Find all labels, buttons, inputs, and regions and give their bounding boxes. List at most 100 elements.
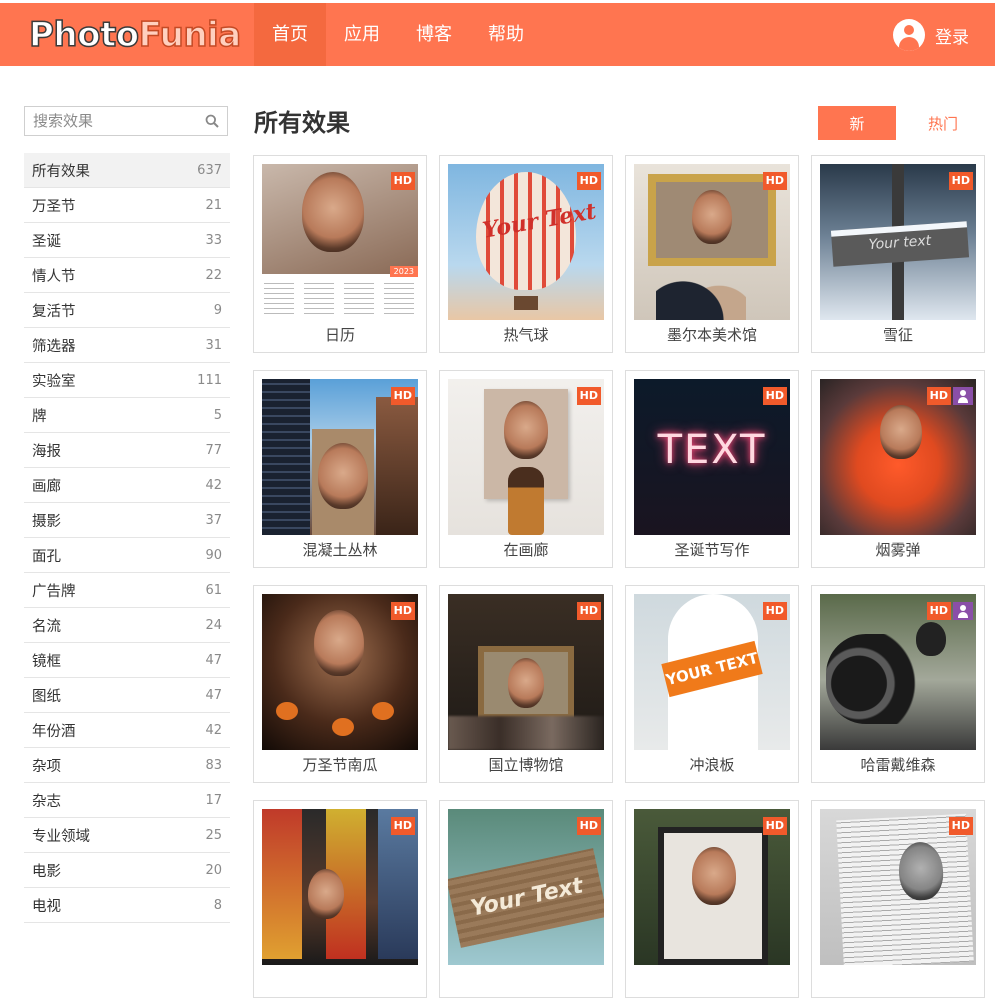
hd-badge: HD	[762, 602, 787, 620]
effect-card[interactable]: TEXT HD 圣诞节写作	[625, 370, 799, 568]
sidebar-category[interactable]: 所有效果 637	[24, 153, 230, 188]
effect-card[interactable]: HD 哈雷戴维森	[811, 585, 985, 783]
effect-thumbnail[interactable]: 2023 HD	[262, 164, 418, 320]
category-count: 21	[205, 197, 222, 213]
effect-title[interactable]: 冲浪板	[626, 754, 798, 775]
effect-title[interactable]: 烟雾弹	[812, 539, 984, 560]
sidebar-category[interactable]: 杂项 83	[24, 748, 230, 783]
search-input[interactable]	[25, 107, 206, 135]
nav-blog[interactable]: 博客	[398, 3, 470, 66]
effect-card[interactable]: Your Text HD	[439, 800, 613, 998]
sidebar-category[interactable]: 电影 20	[24, 853, 230, 888]
effect-thumbnail[interactable]: HD	[448, 594, 604, 750]
effect-title[interactable]: 日历	[254, 324, 426, 345]
category-count: 33	[205, 232, 222, 248]
sidebar-category[interactable]: 图纸 47	[24, 678, 230, 713]
category-count: 8	[213, 897, 222, 913]
category-count: 47	[205, 652, 222, 668]
sidebar-category[interactable]: 复活节 9	[24, 293, 230, 328]
category-count: 17	[205, 792, 222, 808]
sidebar-category[interactable]: 摄影 37	[24, 503, 230, 538]
effect-card[interactable]: HD	[811, 800, 985, 998]
hd-badge: HD	[390, 172, 415, 190]
effect-card[interactable]: HD 墨尔本美术馆	[625, 155, 799, 353]
effect-card[interactable]: HD 混凝土丛林	[253, 370, 427, 568]
category-label: 图纸	[32, 688, 61, 705]
neon-text: TEXT	[657, 427, 767, 473]
sidebar-category[interactable]: 筛选器 31	[24, 328, 230, 363]
hd-badge: HD	[390, 817, 415, 835]
effect-title[interactable]: 国立博物馆	[440, 754, 612, 775]
effect-thumbnail[interactable]: HD	[634, 809, 790, 965]
logo-photo-text: Photo	[28, 14, 140, 56]
effect-card[interactable]: YOUR TEXT HD 冲浪板	[625, 585, 799, 783]
effect-card[interactable]: HD 万圣节南瓜	[253, 585, 427, 783]
effect-thumbnail[interactable]: HD	[820, 594, 976, 750]
nav-help[interactable]: 帮助	[470, 3, 542, 66]
sidebar-category[interactable]: 面孔 90	[24, 538, 230, 573]
sidebar-category[interactable]: 圣诞 33	[24, 223, 230, 258]
effect-thumbnail[interactable]: TEXT HD	[634, 379, 790, 535]
category-count: 637	[197, 162, 222, 178]
user-photo-icon	[953, 387, 973, 405]
effect-card[interactable]: 2023 HD 日历	[253, 155, 427, 353]
effect-card[interactable]: HD 烟雾弹	[811, 370, 985, 568]
nav-apps[interactable]: 应用	[326, 3, 398, 66]
effect-title[interactable]: 雪征	[812, 324, 984, 345]
effect-thumbnail[interactable]: Your Text HD	[448, 164, 604, 320]
effect-title[interactable]: 哈雷戴维森	[812, 754, 984, 775]
effect-thumbnail[interactable]: HD	[820, 379, 976, 535]
sidebar-category[interactable]: 专业领域 25	[24, 818, 230, 853]
sidebar-category[interactable]: 情人节 22	[24, 258, 230, 293]
sidebar-category[interactable]: 万圣节 21	[24, 188, 230, 223]
sidebar-category[interactable]: 电视 8	[24, 888, 230, 923]
sidebar-category[interactable]: 年份酒 42	[24, 713, 230, 748]
sort-new-button[interactable]: 新	[818, 106, 896, 140]
effect-card[interactable]: HD 在画廊	[439, 370, 613, 568]
effect-card[interactable]: Your text HD 雪征	[811, 155, 985, 353]
sort-popular-button[interactable]: 热门	[905, 106, 981, 140]
category-count: 5	[213, 407, 222, 423]
category-count: 42	[205, 477, 222, 493]
effect-title[interactable]: 在画廊	[440, 539, 612, 560]
top-header: Photo Funia 首页 应用 博客 帮助 登录	[0, 3, 995, 66]
effect-card[interactable]: HD	[253, 800, 427, 998]
effect-thumbnail[interactable]: HD	[634, 164, 790, 320]
hd-badge: HD	[926, 602, 951, 620]
sidebar-category[interactable]: 广告牌 61	[24, 573, 230, 608]
sidebar-category[interactable]: 实验室 111	[24, 363, 230, 398]
effect-title[interactable]: 墨尔本美术馆	[626, 324, 798, 345]
effect-card[interactable]: Your Text HD 热气球	[439, 155, 613, 353]
search-icon[interactable]	[205, 114, 219, 128]
effect-thumbnail[interactable]: YOUR TEXT HD	[634, 594, 790, 750]
effect-thumbnail[interactable]: HD	[262, 594, 418, 750]
effect-title[interactable]: 圣诞节写作	[626, 539, 798, 560]
effect-card[interactable]: HD	[625, 800, 799, 998]
sidebar-category[interactable]: 镜框 47	[24, 643, 230, 678]
photofunia-logo[interactable]: Photo Funia	[28, 14, 242, 56]
hd-badge: HD	[948, 172, 973, 190]
category-count: 42	[205, 722, 222, 738]
effect-thumbnail[interactable]: HD	[262, 809, 418, 965]
effect-thumbnail[interactable]: Your text HD	[820, 164, 976, 320]
effect-thumbnail[interactable]: HD	[820, 809, 976, 965]
effect-title[interactable]: 混凝土丛林	[254, 539, 426, 560]
effect-thumbnail[interactable]: HD	[448, 379, 604, 535]
sidebar-category[interactable]: 名流 24	[24, 608, 230, 643]
category-count: 20	[205, 862, 222, 878]
effect-thumbnail[interactable]: Your Text HD	[448, 809, 604, 965]
effect-thumbnail[interactable]: HD	[262, 379, 418, 535]
category-label: 电影	[32, 863, 61, 880]
effect-title[interactable]: 热气球	[440, 324, 612, 345]
sidebar-category[interactable]: 画廊 42	[24, 468, 230, 503]
sidebar-category[interactable]: 杂志 17	[24, 783, 230, 818]
effect-title[interactable]: 万圣节南瓜	[254, 754, 426, 775]
sidebar-category[interactable]: 牌5	[24, 398, 230, 433]
login-button[interactable]: 登录	[893, 18, 969, 52]
sidebar-category[interactable]: 海报 77	[24, 433, 230, 468]
effect-card[interactable]: HD 国立博物馆	[439, 585, 613, 783]
nav-home[interactable]: 首页	[254, 3, 326, 66]
category-count: 83	[205, 757, 222, 773]
sign-text: Your text	[868, 232, 932, 254]
category-label: 摄影	[32, 513, 61, 530]
